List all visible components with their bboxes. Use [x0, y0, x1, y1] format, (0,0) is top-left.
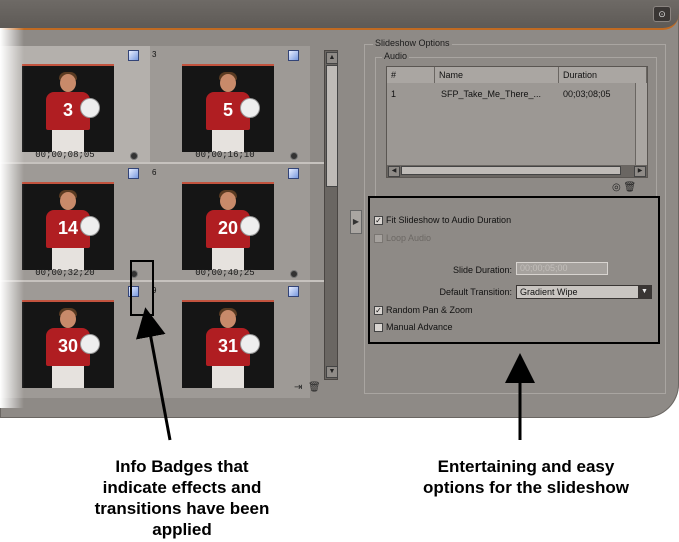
- options-annotation: Entertaining and easy options for the sl…: [423, 457, 629, 497]
- left-fade: [0, 28, 24, 408]
- badge-callout-box: [130, 260, 154, 316]
- left-arrow: [136, 307, 172, 441]
- info-badges-annotation: Info Badges that indicate effects and tr…: [94, 457, 270, 539]
